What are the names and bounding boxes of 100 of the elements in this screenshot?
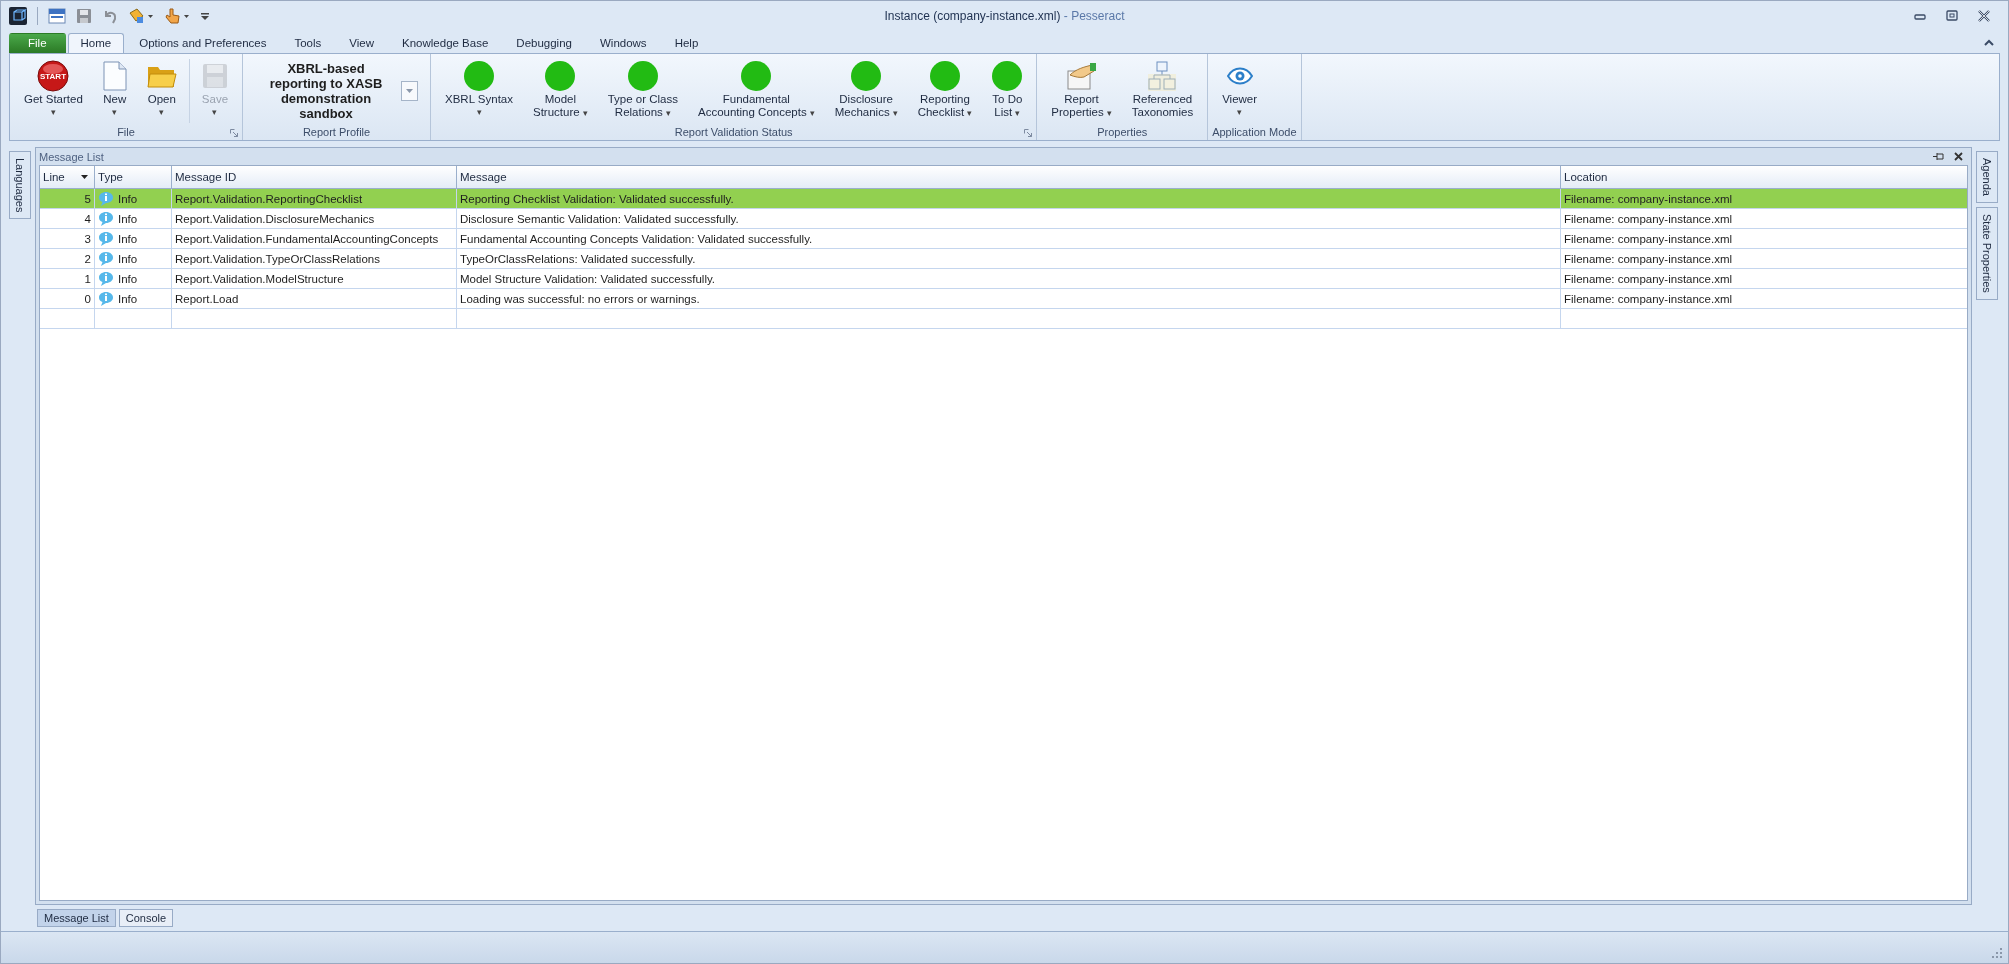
message-row[interactable]: 1 Info Report.Validation.ModelStructure Model Structure Validation: Validated successfully. Filename: company-instance.xml bbox=[40, 269, 1967, 289]
collapse-ribbon-icon[interactable] bbox=[1984, 39, 1994, 47]
ribbon-button[interactable]: Referenced Taxonomies bbox=[1121, 59, 1204, 119]
hierarchy-diagram-icon bbox=[1148, 61, 1177, 91]
table-cell: Info bbox=[118, 252, 138, 265]
save-icon[interactable] bbox=[76, 8, 92, 24]
status-indicator-icon bbox=[464, 61, 494, 91]
message-row[interactable]: 0 Info Report.Load Loading was successful: no errors or warnings. Filename: company-instance.xml bbox=[40, 289, 1967, 309]
dropdown-arrow-icon bbox=[406, 89, 414, 93]
dialog-launcher-icon[interactable] bbox=[230, 129, 239, 137]
table-cell: Report.Load bbox=[172, 289, 457, 308]
ribbon-tab[interactable]: Home bbox=[67, 33, 125, 53]
table-cell-text: Filename: company-instance.xml bbox=[1563, 191, 1734, 207]
status-indicator-icon bbox=[929, 61, 960, 91]
ribbon-group-label: Report Profile bbox=[302, 126, 371, 138]
table-cell-text: Filename: company-instance.xml bbox=[1563, 211, 1734, 227]
app-logo-icon[interactable] bbox=[9, 7, 27, 25]
sort-descending-icon[interactable] bbox=[81, 175, 88, 179]
panel-tab[interactable]: Message List bbox=[37, 909, 116, 927]
table-cell: Report.Validation.FundamentalAccountingConcepts bbox=[172, 229, 457, 248]
table-cell: 0 bbox=[40, 289, 95, 308]
column-header[interactable]: Type bbox=[95, 166, 172, 188]
undo-icon[interactable] bbox=[102, 8, 118, 24]
pin-icon[interactable] bbox=[1933, 152, 1944, 161]
table-cell: Info bbox=[118, 292, 138, 305]
table-cell: Model Structure Validation: Validated successfully. bbox=[457, 269, 1561, 288]
ribbon-tab[interactable]: Knowledge Base bbox=[389, 33, 502, 53]
app-name: - Pesseract bbox=[1063, 9, 1125, 23]
info-speech-bubble-icon bbox=[98, 191, 114, 206]
table-cell: Info bbox=[118, 232, 138, 245]
table-cell: TypeOrClassRelations: Validated successfully. bbox=[457, 249, 1561, 268]
window-title: Instance (company-instance.xml) bbox=[884, 9, 1061, 23]
ribbon-button[interactable]: Report Properties ▾ bbox=[1041, 59, 1122, 120]
hand-pointer-icon[interactable] bbox=[164, 7, 190, 25]
ribbon-tab[interactable]: Help bbox=[661, 33, 712, 53]
ribbon-tab[interactable]: Options and Preferences bbox=[126, 33, 280, 53]
ribbon-tab[interactable]: View bbox=[336, 33, 387, 53]
customize-toolbar-icon[interactable] bbox=[200, 11, 210, 21]
ribbon-button[interactable]: Disclosure Mechanics ▾ bbox=[824, 59, 908, 120]
status-indicator-icon bbox=[851, 61, 882, 91]
table-cell: Report.Validation.ReportingChecklist bbox=[172, 189, 457, 208]
restore-icon[interactable] bbox=[1946, 10, 1958, 22]
ribbon-group-label: File bbox=[117, 126, 135, 138]
info-speech-bubble-icon bbox=[98, 291, 114, 306]
table-cell: Info bbox=[118, 192, 138, 205]
ribbon-button[interactable]: Reporting Checklist ▾ bbox=[907, 59, 983, 120]
dialog-launcher-icon[interactable] bbox=[1024, 129, 1033, 137]
status-indicator-icon bbox=[545, 61, 576, 91]
ribbon-tab[interactable]: Tools bbox=[281, 33, 335, 53]
info-speech-bubble-icon bbox=[98, 251, 114, 266]
message-row[interactable]: 4 Info Report.Validation.DisclosureMechanics Disclosure Semantic Validation: Validated successfully. Filename: company-instance.xml bbox=[40, 209, 1967, 229]
column-header[interactable]: Location bbox=[1561, 166, 1967, 188]
message-row[interactable]: 2 Info Report.Validation.TypeOrClassRelations TypeOrClassRelations: Validated successfully. Filename: company-instance.xml bbox=[40, 249, 1967, 269]
ribbon-button[interactable]: Fundamental Accounting Concepts ▾ bbox=[688, 59, 825, 120]
ribbon-button[interactable]: START Get Started ▾ bbox=[14, 59, 93, 118]
table-cell: 2 bbox=[40, 249, 95, 268]
side-panel-tab[interactable]: Languages bbox=[9, 151, 31, 220]
table-cell-text: Filename: company-instance.xml bbox=[1563, 291, 1734, 307]
ribbon-button[interactable]: Type or Class Relations ▾ bbox=[597, 59, 688, 120]
ribbon-button[interactable]: Model Structure ▾ bbox=[523, 59, 598, 120]
ribbon-group-label: Report Validation Status bbox=[674, 126, 793, 138]
panel-tab[interactable]: Console bbox=[118, 909, 174, 927]
info-speech-bubble-icon bbox=[98, 231, 114, 246]
ribbon-group-label: Application Mode bbox=[1212, 126, 1297, 138]
ribbon-button[interactable]: Open ▾ bbox=[136, 59, 187, 118]
side-panel-tab[interactable]: Agenda bbox=[1976, 151, 1998, 203]
ribbon-button[interactable]: New ▾ bbox=[92, 59, 137, 118]
message-row[interactable]: 5 Info Report.Validation.ReportingChecklist Reporting Checklist Validation: Validated successfully. Filename: company-instance.xml bbox=[40, 189, 1967, 209]
table-cell-text: Filename: company-instance.xml bbox=[1563, 231, 1734, 247]
table-cell: 5 bbox=[40, 189, 95, 208]
column-header[interactable]: Message ID bbox=[172, 166, 457, 188]
side-panel-tab[interactable]: State Properties bbox=[1976, 206, 1998, 300]
minimize-icon[interactable] bbox=[1914, 12, 1926, 20]
column-header[interactable]: Message bbox=[457, 166, 1561, 188]
close-icon[interactable] bbox=[1978, 10, 1990, 22]
ribbon-button[interactable]: To Do List ▾ bbox=[982, 59, 1033, 120]
xbrl-document-icon[interactable] bbox=[48, 8, 66, 24]
blank-document-icon bbox=[102, 61, 127, 91]
ribbon-tab[interactable]: Debugging bbox=[503, 33, 585, 53]
report-profile-name: XBRL-based reporting to XASB demonstration sandbox bbox=[268, 61, 384, 121]
resize-grip-icon[interactable] bbox=[1992, 948, 2002, 958]
table-cell: Fundamental Accounting Concepts Validation: Validated successfully. bbox=[457, 229, 1561, 248]
table-cell: Info bbox=[118, 212, 138, 225]
ribbon-button[interactable]: Viewer ▾ bbox=[1212, 59, 1268, 118]
status-indicator-icon bbox=[627, 61, 658, 91]
table-cell: Reporting Checklist Validation: Validated successfully. bbox=[457, 189, 1561, 208]
table-cell: 1 bbox=[40, 269, 95, 288]
message-row[interactable]: 3 Info Report.Validation.FundamentalAccountingConcepts Fundamental Accounting Concepts Validation: Validated successfully. Filename: company-instance.xml bbox=[40, 229, 1967, 249]
table-cell: Report.Validation.TypeOrClassRelations bbox=[172, 249, 457, 268]
info-speech-bubble-icon bbox=[98, 211, 114, 226]
close-icon[interactable] bbox=[1954, 152, 1963, 161]
ribbon-tab[interactable]: Windows bbox=[586, 33, 660, 53]
ribbon-button[interactable]: XBRL Syntax ▾ bbox=[435, 59, 523, 118]
paint-bucket-icon[interactable] bbox=[128, 7, 154, 25]
profile-dropdown[interactable] bbox=[401, 81, 419, 101]
column-header[interactable]: Line bbox=[40, 166, 95, 188]
table-cell: Info bbox=[118, 272, 138, 285]
eye-icon bbox=[1226, 67, 1253, 85]
status-indicator-icon bbox=[992, 61, 1023, 91]
file-menu-tab[interactable]: File bbox=[9, 33, 66, 53]
